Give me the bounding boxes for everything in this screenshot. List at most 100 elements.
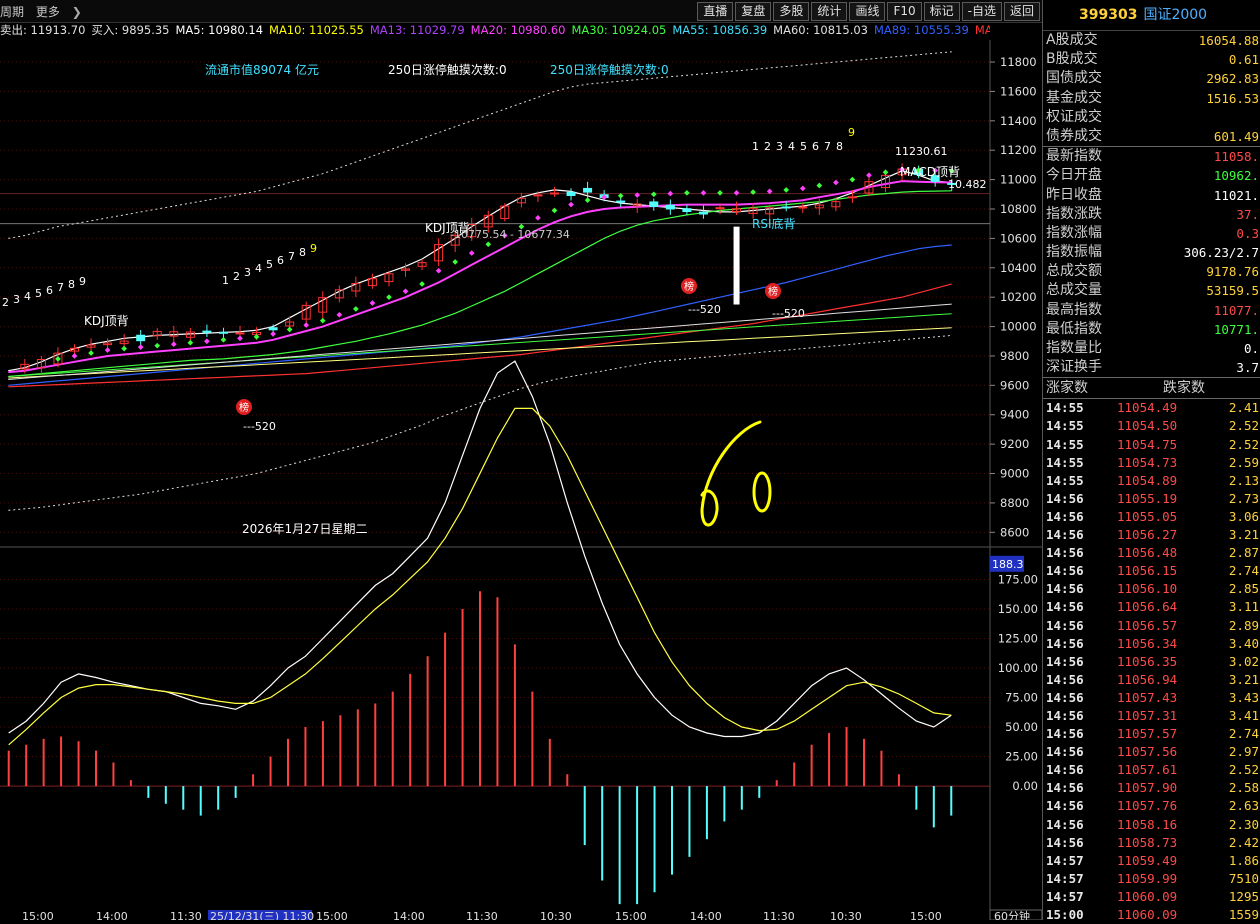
tick-volume: 2.52 [1228,762,1259,778]
level-label: ---520 [688,303,721,316]
index-title[interactable]: 399303 国证2000 [1043,0,1260,31]
toolbar-button-0[interactable]: 直播 [697,2,734,21]
y-tick-label: 9000 [1000,467,1029,481]
tick-price: 11056.10 [1117,581,1178,597]
tick-time: 14:56 [1046,635,1084,651]
tick-volume: 3.02 [1228,653,1259,669]
tick-time: 14:55 [1046,400,1084,416]
stat-row: 今日开盘 10962. [1043,166,1260,185]
tick-price: 11057.56 [1117,744,1178,760]
tick-row: 14:57 11060.09 1295 [1043,888,1260,906]
stat-label: A股成交 [1046,32,1098,48]
tick-volume: 2.85 [1228,581,1259,597]
time-label: 11:30 [170,910,202,920]
stat-label: 昨日收盘 [1046,186,1102,203]
stat-value: 10962. [1213,168,1259,184]
stat-value: 53159.5 [1206,283,1259,299]
tick-volume: 2.52 [1228,436,1259,452]
toolbar-button-2[interactable]: 多股 [773,2,810,21]
stat-label: B股成交 [1046,51,1098,68]
period-tag: 60分钟 [994,909,1030,920]
time-label: 11:30 [466,910,498,920]
tick-volume: 2.59 [1228,454,1259,470]
toolbar-button-4[interactable]: 画线 [849,2,886,21]
stat-label: 指数涨跌 [1046,205,1102,222]
stat-row: 最新指数 11058. [1043,146,1260,166]
tick-row: 14:57 11059.99 7510 [1043,870,1260,888]
ma-legend-item: MA60: 10815.03 [773,23,868,37]
tick-volume: 2.42 [1228,834,1259,850]
tick-row: 14:56 11055.05 3.06 [1043,508,1260,526]
ma-legend: 卖出: 11913.70 买入: 9895.35 MA5: 10980.14 MA10… [0,22,990,40]
toolbar-button-3[interactable]: 统计 [811,2,848,21]
stat-row: 总成交量 53159.5 [1043,281,1260,300]
stat-label: 指数涨幅 [1046,224,1102,241]
tick-time: 14:56 [1046,617,1084,633]
tick-time: 14:56 [1046,671,1084,687]
candle-body [847,196,857,199]
y-tick-label: 11000 [1000,173,1037,187]
toolbar-button-8[interactable]: 返回 [1003,2,1040,21]
tick-row: 14:56 11056.15 2.74 [1043,562,1260,580]
tick-volume: 1559 [1228,907,1259,922]
stat-label: 总成交量 [1046,282,1102,299]
bang-label: 榜 [768,285,778,298]
time-label: 10:30 [540,910,572,920]
tick-volume: 3.06 [1228,508,1259,524]
toolbar-button-1[interactable]: 复盘 [735,2,772,21]
tick-price: 11057.76 [1117,798,1178,814]
y-tick-label: 9600 [1000,378,1029,392]
tick-time: 15:00 [1046,907,1084,922]
tick-volume: 1295 [1228,888,1259,904]
toolbar-button-6[interactable]: 标记 [923,2,960,21]
y-tick-label: 9200 [1000,437,1029,451]
candle-body [616,200,626,203]
stat-value: 11021. [1213,187,1259,203]
tick-row: 14:56 11056.64 3.11 [1043,598,1260,616]
stat-value: 16054.88 [1198,33,1259,48]
stat-value: 3.7 [1236,360,1259,376]
seq-number: 5 [800,140,807,153]
toolbar-button-5[interactable]: F10 [887,2,922,21]
tick-time: 14:55 [1046,454,1084,470]
stat-label: 基金成交 [1046,89,1102,106]
tick-row: 14:56 11057.76 2.63 [1043,797,1260,815]
candle-body [781,206,791,209]
stat-row: 国债成交 2962.83 [1043,69,1260,88]
tick-volume: 3.43 [1228,689,1259,705]
y-tick-label: 10600 [1000,231,1037,245]
time-label: 15:00 [22,910,54,920]
tick-time: 14:56 [1046,599,1084,615]
period-menu[interactable]: 周期 [0,5,24,19]
ma-legend-item: MA89: 10555.39 [873,23,969,37]
toolbar-button-7[interactable]: -自选 [961,2,1002,21]
seq-number: 8 [299,246,306,259]
candle-body [715,207,725,210]
seq-number: 3 [244,266,251,279]
more-menu[interactable]: 更多 [36,5,60,19]
more-chevron-icon[interactable]: ❯ [72,5,82,19]
tick-volume: 2.58 [1228,780,1259,796]
tick-time: 14:57 [1046,888,1084,904]
index-info-panel: 399303 国证2000 A股成交 16054.88 B股成交 0.61 国债成交 296… [1042,0,1260,922]
y-tick-label: 10200 [1000,290,1037,304]
tick-time: 14:56 [1046,581,1084,597]
price-chart[interactable]: 流通市值89074 亿元 250日涨停触摸次数:0 250日涨停触摸次数:0 2026… [0,40,1042,920]
macd-y-label: 0.00 [1012,779,1038,793]
seq-number: 7 [288,250,295,263]
ma-legend-item: MA30: 10924.05 [571,23,667,37]
tick-volume: 2.41 [1228,400,1259,416]
date-label: 2026年1月27日星期二 [242,522,367,536]
stat-value: 306.23/2.7 [1183,245,1259,261]
value-label: 10.482 [948,178,987,191]
tick-row: 14:56 11055.19 2.73 [1043,490,1260,508]
stat-value: 37. [1236,206,1259,222]
tick-row: 14:56 11056.34 3.40 [1043,635,1260,653]
tick-row: 14:56 11056.94 3.21 [1043,671,1260,689]
advancers-label: 涨家数 [1046,380,1088,397]
tick-row: 14:56 11057.56 2.97 [1043,743,1260,761]
tick-time: 14:56 [1046,508,1084,524]
candle-body [566,191,576,196]
time-label: 11:30 [763,910,795,920]
stat-value: 0.61 [1228,52,1259,68]
